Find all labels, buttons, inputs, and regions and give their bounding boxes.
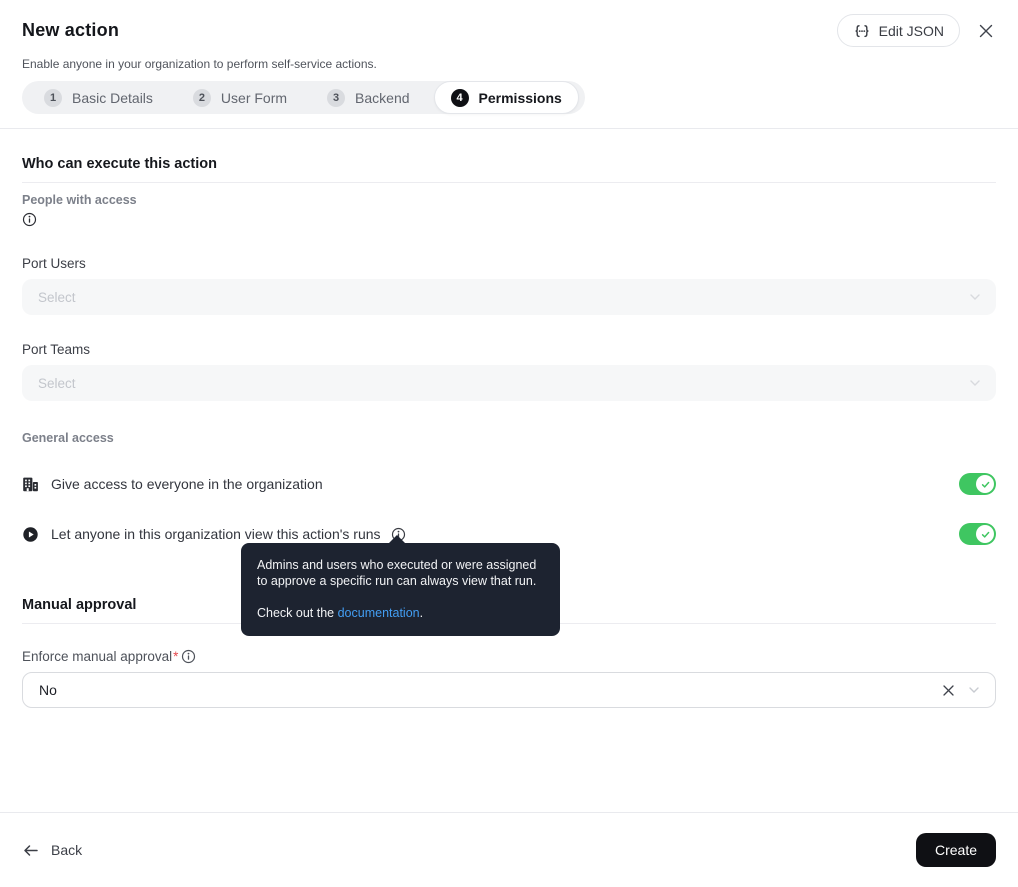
- edit-json-label: Edit JSON: [879, 23, 944, 39]
- step-number: 1: [44, 89, 62, 107]
- people-with-access-info[interactable]: [22, 212, 996, 232]
- people-with-access-label: People with access: [22, 193, 996, 207]
- tooltip-line: Admins and users who executed or were as…: [257, 557, 544, 573]
- tooltip-text: .: [420, 606, 423, 620]
- back-button[interactable]: Back: [22, 842, 82, 859]
- dialog-footer: Back Create: [0, 812, 1018, 887]
- selected-value: No: [39, 682, 942, 698]
- play-circle-icon: [22, 526, 39, 543]
- dialog-subtitle: Enable anyone in your organization to pe…: [22, 57, 996, 71]
- step-permissions[interactable]: 4 Permissions: [434, 81, 579, 114]
- edit-json-button[interactable]: Edit JSON: [837, 14, 960, 47]
- step-label: Backend: [355, 90, 409, 106]
- enforce-info-icon[interactable]: [181, 649, 196, 664]
- step-label: User Form: [221, 90, 287, 106]
- step-number: 3: [327, 89, 345, 107]
- enforce-label-text: Enforce manual approval: [22, 649, 172, 664]
- step-number: 4: [451, 89, 469, 107]
- info-icon: [22, 212, 37, 227]
- documentation-link[interactable]: documentation: [338, 606, 420, 620]
- tooltip-text: Check out the: [257, 606, 338, 620]
- port-teams-label: Port Teams: [22, 342, 996, 357]
- view-runs-tooltip: Admins and users who executed or were as…: [241, 543, 560, 636]
- organization-building-icon: [22, 476, 39, 493]
- execute-section-heading: Who can execute this action: [22, 156, 996, 172]
- toggle-knob-check-icon: [976, 475, 994, 493]
- new-action-dialog: New action Edit JSON: [0, 0, 1018, 887]
- give-access-row: Give access to everyone in the organizat…: [22, 473, 996, 495]
- close-button[interactable]: [976, 21, 996, 41]
- step-user-form[interactable]: 2 User Form: [193, 89, 287, 107]
- give-access-toggle[interactable]: [959, 473, 996, 495]
- clear-selection-icon[interactable]: [942, 684, 955, 697]
- close-icon: [978, 23, 994, 39]
- back-label: Back: [51, 842, 82, 858]
- wizard-stepper: 1 Basic Details 2 User Form 3 Backend 4 …: [22, 81, 585, 114]
- dialog-header: New action Edit JSON: [0, 0, 1018, 129]
- create-button[interactable]: Create: [916, 833, 996, 867]
- required-asterisk: *: [173, 649, 178, 664]
- step-number: 2: [193, 89, 211, 107]
- select-placeholder: Select: [38, 290, 970, 305]
- select-placeholder: Select: [38, 376, 970, 391]
- port-users-select[interactable]: Select: [22, 279, 996, 315]
- general-access-label: General access: [22, 431, 996, 445]
- arrow-left-icon: [22, 842, 39, 859]
- step-backend[interactable]: 3 Backend: [327, 89, 409, 107]
- page-title: New action: [22, 20, 119, 41]
- give-access-label: Give access to everyone in the organizat…: [51, 476, 323, 492]
- chevron-down-icon: [970, 380, 980, 386]
- toggle-knob-check-icon: [976, 525, 994, 543]
- step-basic-details[interactable]: 1 Basic Details: [44, 89, 153, 107]
- port-users-label: Port Users: [22, 256, 996, 271]
- view-runs-label: Let anyone in this organization view thi…: [51, 526, 381, 542]
- tooltip-line: to approve a specific run can always vie…: [257, 573, 544, 589]
- port-teams-select[interactable]: Select: [22, 365, 996, 401]
- code-braces-icon: [853, 23, 871, 39]
- enforce-manual-approval-label: Enforce manual approval*: [22, 649, 996, 664]
- view-runs-toggle[interactable]: [959, 523, 996, 545]
- chevron-down-icon: [970, 294, 980, 300]
- section-divider: [22, 182, 996, 183]
- tooltip-doc-line: Check out the documentation.: [257, 605, 544, 621]
- enforce-manual-approval-select[interactable]: No: [22, 672, 996, 708]
- chevron-down-icon: [969, 687, 979, 693]
- step-label: Permissions: [479, 90, 562, 106]
- view-runs-row: Let anyone in this organization view thi…: [22, 523, 996, 545]
- step-label: Basic Details: [72, 90, 153, 106]
